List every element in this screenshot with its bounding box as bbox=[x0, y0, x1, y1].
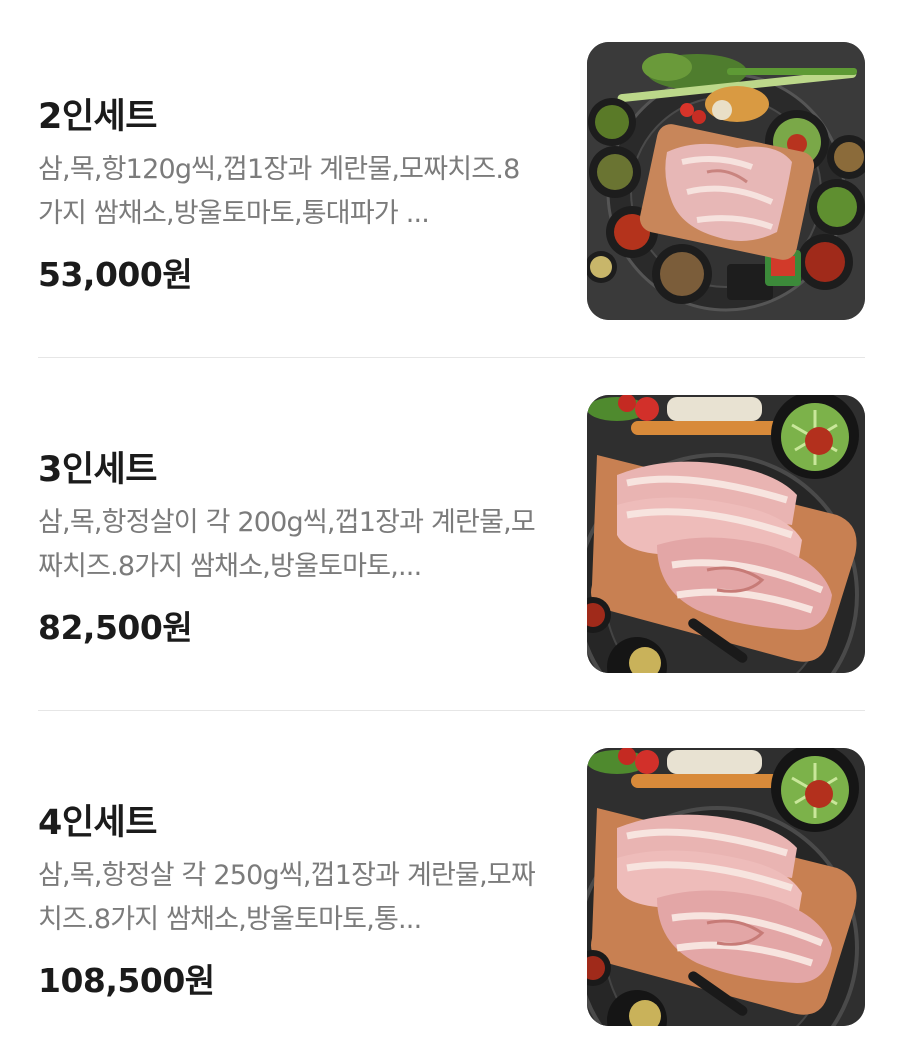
divider bbox=[38, 710, 865, 711]
menu-list: 2인세트 삼,목,항120g씩,껍1장과 계란물,모짜치즈.8가지 쌈채소,방울… bbox=[0, 0, 900, 1053]
menu-item-2-person-set[interactable]: 2인세트 삼,목,항120g씩,껍1장과 계란물,모짜치즈.8가지 쌈채소,방울… bbox=[38, 40, 865, 320]
menu-item-text: 4인세트 삼,목,항정살 각 250g씩,껍1장과 계란물,모짜치즈.8가지 쌈… bbox=[38, 746, 538, 1026]
menu-item-name: 4인세트 bbox=[38, 803, 157, 843]
menu-item-photo[interactable] bbox=[587, 395, 865, 673]
menu-item-description: 삼,목,항정살이 각 200g씩,껍1장과 계란물,모짜치즈.8가지 쌈채소,방… bbox=[38, 507, 536, 582]
menu-item-name: 3인세트 bbox=[38, 450, 157, 490]
menu-item-photo[interactable] bbox=[587, 748, 865, 1026]
menu-item-price: 53,000원 bbox=[38, 255, 193, 294]
menu-item-price: 108,500원 bbox=[38, 961, 215, 1000]
menu-item-4-person-set[interactable]: 4인세트 삼,목,항정살 각 250g씩,껍1장과 계란물,모짜치즈.8가지 쌈… bbox=[38, 746, 865, 1026]
pork-cuts-board-photo-icon bbox=[587, 395, 865, 673]
menu-item-text: 2인세트 삼,목,항120g씩,껍1장과 계란물,모짜치즈.8가지 쌈채소,방울… bbox=[38, 40, 538, 320]
menu-item-photo[interactable] bbox=[587, 42, 865, 320]
pork-bbq-set-photo-icon bbox=[587, 42, 865, 320]
menu-item-description: 삼,목,항120g씩,껍1장과 계란물,모짜치즈.8가지 쌈채소,방울토마토,통… bbox=[38, 154, 520, 229]
menu-item-price: 82,500원 bbox=[38, 608, 193, 647]
menu-item-description: 삼,목,항정살 각 250g씩,껍1장과 계란물,모짜치즈.8가지 쌈채소,방울… bbox=[38, 860, 536, 935]
divider bbox=[38, 357, 865, 358]
pork-cuts-board-photo-icon bbox=[587, 748, 865, 1026]
menu-item-name: 2인세트 bbox=[38, 97, 157, 137]
menu-item-text: 3인세트 삼,목,항정살이 각 200g씩,껍1장과 계란물,모짜치즈.8가지 … bbox=[38, 393, 538, 673]
menu-item-3-person-set[interactable]: 3인세트 삼,목,항정살이 각 200g씩,껍1장과 계란물,모짜치즈.8가지 … bbox=[38, 393, 865, 673]
